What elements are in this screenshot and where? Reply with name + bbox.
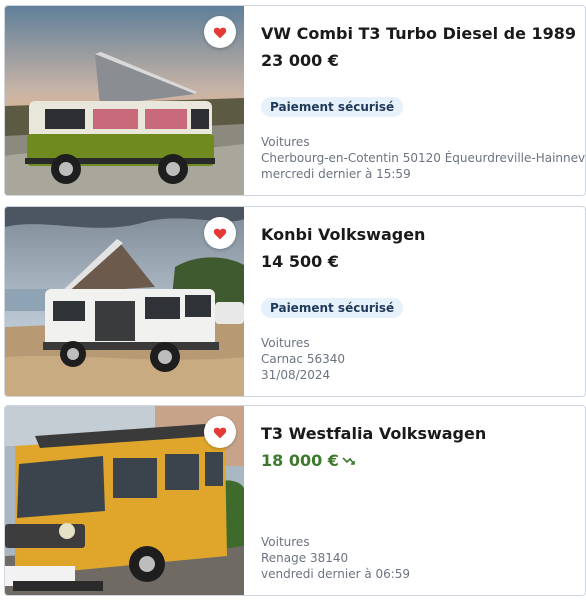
listing-card[interactable]: VW Combi T3 Turbo Diesel de 1989 23 000 …: [4, 5, 586, 196]
favorite-button[interactable]: [204, 217, 236, 249]
listing-title[interactable]: VW Combi T3 Turbo Diesel de 1989: [261, 24, 576, 43]
price-value: 14 500 €: [261, 252, 339, 271]
listing-date: mercredi dernier à 15:59: [261, 167, 411, 181]
listing-card[interactable]: T3 Westfalia Volkswagen 18 000 € Voiture…: [4, 405, 586, 596]
heart-icon: [213, 228, 227, 239]
listing-price: 14 500 €: [261, 252, 339, 271]
price-value: 23 000 €: [261, 51, 339, 70]
listing-location: Cherbourg-en-Cotentin 50120 Équeurdrevil…: [261, 151, 586, 165]
favorite-button[interactable]: [204, 16, 236, 48]
price-value: 18 000 €: [261, 451, 339, 470]
listing-title[interactable]: T3 Westfalia Volkswagen: [261, 424, 486, 443]
listing-date: 31/08/2024: [261, 368, 331, 382]
listing-category: Voitures: [261, 336, 310, 350]
heart-icon: [213, 427, 227, 438]
listing-price: 18 000 €: [261, 451, 356, 470]
listing-date: vendredi dernier à 06:59: [261, 567, 411, 581]
listing-info: Konbi Volkswagen 14 500 € Paiement sécur…: [261, 207, 585, 396]
favorite-button[interactable]: [204, 416, 236, 448]
listing-category: Voitures: [261, 535, 310, 549]
secure-payment-badge: Paiement sécurisé: [261, 97, 404, 117]
listing-location: Carnac 56340: [261, 352, 345, 366]
listing-card[interactable]: Konbi Volkswagen 14 500 € Paiement sécur…: [4, 206, 586, 397]
listing-info: VW Combi T3 Turbo Diesel de 1989 23 000 …: [261, 6, 585, 195]
secure-payment-badge: Paiement sécurisé: [261, 298, 404, 318]
heart-icon: [213, 27, 227, 38]
listing-price: 23 000 €: [261, 51, 339, 70]
listing-info: T3 Westfalia Volkswagen 18 000 € Voiture…: [261, 406, 585, 595]
price-drop-icon: [342, 456, 356, 466]
listing-category: Voitures: [261, 135, 310, 149]
listing-title[interactable]: Konbi Volkswagen: [261, 225, 425, 244]
listing-location: Renage 38140: [261, 551, 349, 565]
listing-results: VW Combi T3 Turbo Diesel de 1989 23 000 …: [0, 0, 586, 601]
